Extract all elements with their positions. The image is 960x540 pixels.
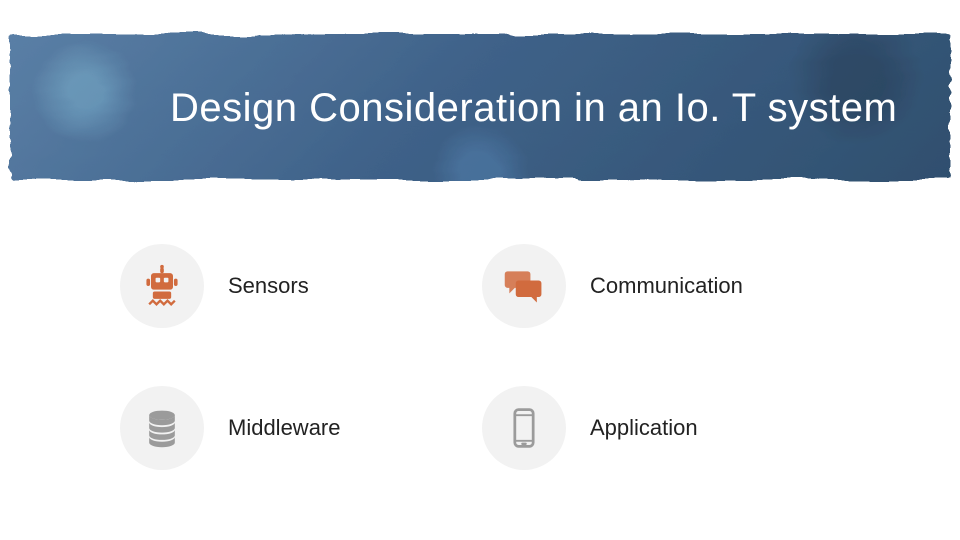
phone-icon: [502, 406, 546, 450]
item-icon-sensors: [120, 244, 204, 328]
item-icon-application: [482, 386, 566, 470]
item-label: Middleware: [228, 415, 458, 441]
item-label: Sensors: [228, 273, 458, 299]
slide-title: Design Consideration in an Io. T system: [170, 86, 920, 131]
database-icon: [140, 406, 184, 450]
items-grid: Sensors Communication Middleware: [120, 244, 870, 500]
item-icon-communication: [482, 244, 566, 328]
item-label: Communication: [590, 273, 820, 299]
robot-icon: [140, 264, 184, 308]
slide: Design Consideration in an Io. T system …: [0, 0, 960, 540]
chat-icon: [502, 264, 546, 308]
item-icon-middleware: [120, 386, 204, 470]
item-label: Application: [590, 415, 820, 441]
